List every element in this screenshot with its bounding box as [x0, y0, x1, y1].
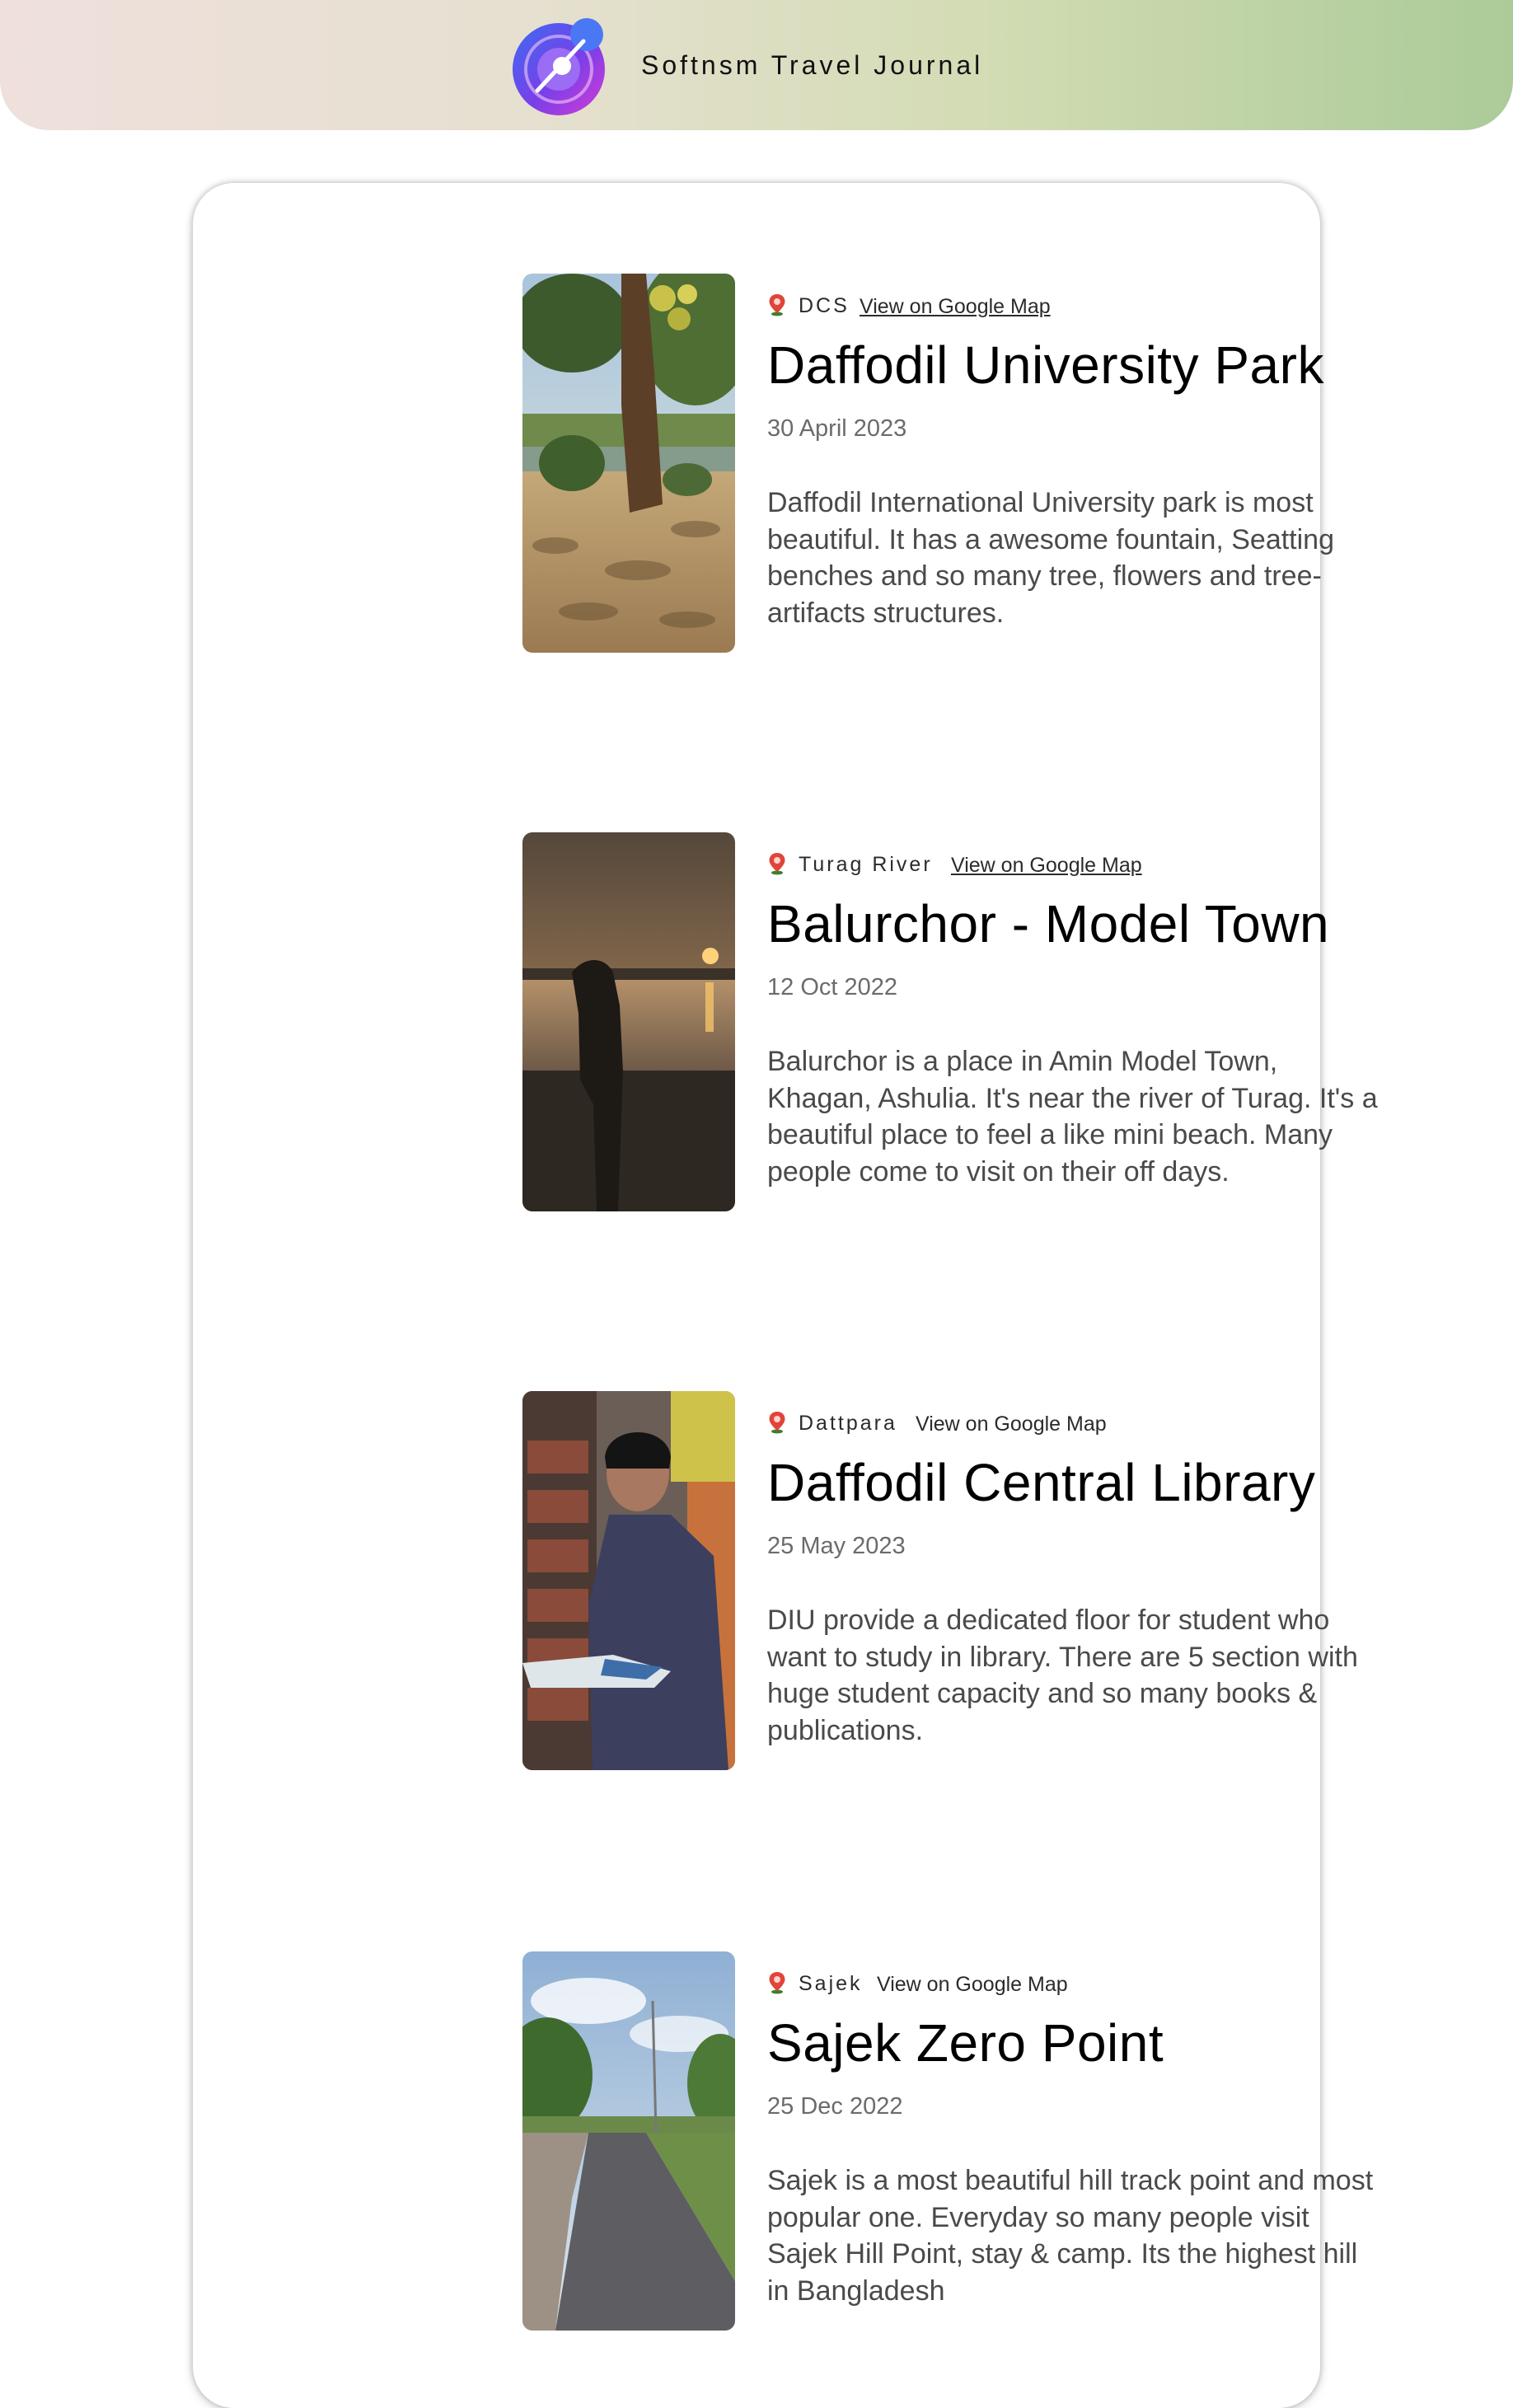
google-map-link[interactable]: View on Google Map — [860, 295, 1051, 319]
entry-date: 12 Oct 2022 — [767, 974, 897, 1000]
google-map-link[interactable]: View on Google Map — [916, 1412, 1107, 1436]
google-map-link[interactable]: View on Google Map — [951, 854, 1142, 878]
google-map-link[interactable]: View on Google Map — [877, 1973, 1068, 1997]
map-pin-icon — [769, 1412, 785, 1434]
journal-logo-icon[interactable] — [508, 12, 615, 119]
entry-description: Daffodil International University park i… — [767, 487, 1335, 629]
site-header: Softnsm Travel Journal — [0, 0, 1513, 130]
entry-title: Daffodil University Park — [767, 335, 1324, 395]
map-pin-icon — [769, 294, 785, 316]
location-name: Dattpara — [799, 1412, 897, 1435]
entry-photo-park — [522, 274, 735, 653]
entry-date: 25 May 2023 — [767, 1533, 906, 1559]
entry-title: Balurchor - Model Town — [767, 894, 1330, 953]
entry-photo-river — [522, 832, 735, 1211]
entry-photo-library — [522, 1391, 735, 1770]
location-name: Turag River — [799, 853, 933, 876]
entry-description: DIU provide a dedicated floor for studen… — [767, 1605, 1358, 1746]
journal-entry: Turag River View on Google Map Balurchor… — [522, 832, 1388, 1211]
entry-title: Daffodil Central Library — [767, 1453, 1316, 1512]
location-name: DCS — [799, 294, 850, 317]
entry-description: Balurchor is a place in Amin Model Town,… — [767, 1046, 1378, 1188]
journal-entry: Sajek View on Google Map Sajek Zero Poin… — [522, 1951, 1388, 2331]
location-name: Sajek — [799, 1972, 863, 1995]
journal-entry: Dattpara View on Google Map Daffodil Cen… — [522, 1391, 1388, 1770]
map-pin-icon — [769, 1972, 785, 1994]
entry-description: Sajek is a most beautiful hill track poi… — [767, 2165, 1374, 2307]
brand-title: Softnsm Travel Journal — [641, 50, 984, 80]
journal-entry: DCS View on Google Map Daffodil Universi… — [522, 274, 1388, 653]
map-pin-icon — [769, 853, 785, 875]
entry-date: 25 Dec 2022 — [767, 2093, 903, 2120]
entry-title: Sajek Zero Point — [767, 2013, 1164, 2073]
entry-date: 30 April 2023 — [767, 415, 907, 442]
journal-card: DCS View on Google Map Daffodil Universi… — [193, 183, 1378, 2408]
entry-photo-hill-road — [522, 1951, 735, 2331]
